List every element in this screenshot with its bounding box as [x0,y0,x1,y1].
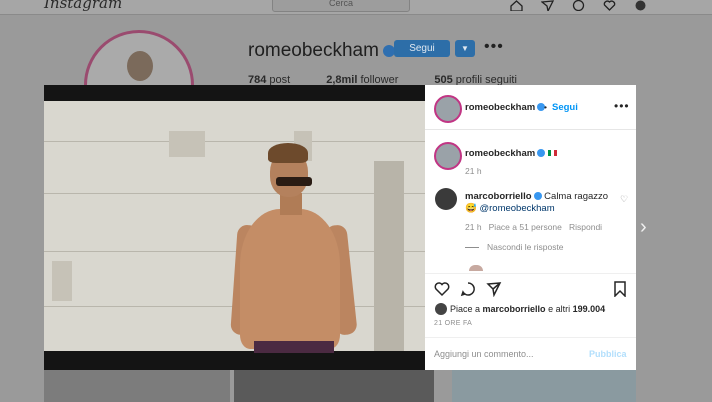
caption-time: 21 h [465,166,482,176]
comment-likes-link[interactable]: Piace a 51 persone [489,222,562,232]
search-input[interactable]: Cerca [272,0,410,12]
post-side-panel: romeobeckham • Segui ••• romeobeckham 21… [425,85,636,370]
home-icon[interactable] [510,0,523,12]
next-post-arrow-icon[interactable]: › [640,216,647,239]
post-image[interactable] [44,85,425,370]
author-avatar[interactable] [434,95,462,123]
header-follow-link[interactable]: Segui [552,102,578,113]
grid-thumbnail[interactable] [234,366,434,402]
caption-username[interactable]: romeobeckham [465,148,558,159]
commenter-username[interactable]: marcoborriello [465,191,532,202]
grid-thumbnail[interactable] [44,366,230,402]
sunglasses [276,177,312,186]
actions-divider [425,273,636,274]
heart-icon[interactable] [603,0,616,11]
share-icon[interactable] [486,281,502,298]
post-date[interactable]: 21 ORE FA [434,320,472,327]
comment-box: Aggiungi un commento... Pubblica [425,337,636,371]
nav-icons [510,0,647,13]
italy-flag-icon [548,150,558,157]
comment-text: marcoborriello Calma ragazzo 😅 @romeobec… [465,191,609,214]
header-username[interactable]: romeobeckham [465,102,546,113]
header-separator: • [544,102,547,112]
reply-link[interactable]: Rispondi [569,222,602,232]
publish-button[interactable]: Pubblica [589,349,627,359]
post-more-icon[interactable]: ••• [614,99,630,113]
comment-bubble-icon[interactable] [460,281,476,297]
person-torso [240,209,340,349]
verified-badge-icon [537,149,546,158]
comment-like-heart-icon[interactable]: ♡ [620,194,628,205]
like-heart-icon[interactable] [434,281,450,297]
caption-avatar[interactable] [434,142,462,170]
comment-input[interactable]: Aggiungi un commento... [434,349,534,359]
explore-icon[interactable] [572,0,585,12]
profile-more-icon[interactable]: ••• [484,38,504,56]
liker-avatar[interactable] [435,303,447,315]
follow-button[interactable]: Segui [394,40,450,57]
verified-badge-icon [533,192,542,201]
instagram-logo[interactable]: Instagram [44,0,122,12]
top-navbar: Instagram Cerca [0,0,712,15]
comment-meta: 21 h Piace a 51 persone Rispondi [465,222,603,232]
person-shorts [254,341,334,353]
commenter-avatar[interactable] [435,188,457,210]
suggestions-dropdown-button[interactable]: ▼ [455,40,475,57]
likes-summary[interactable]: Piace a marcoborriello e altri 199.004 [450,304,605,314]
profile-avatar-icon[interactable] [634,0,647,11]
mention-link[interactable]: @romeobeckham [479,203,554,214]
grid-thumbnail[interactable] [452,366,636,402]
post-actions [434,281,502,298]
save-bookmark-icon[interactable] [612,281,628,298]
person-hair [268,143,308,163]
direct-icon[interactable] [540,0,555,13]
reply-avatar-partial [469,265,483,271]
hide-replies-link[interactable]: Nascondi le risposte [465,242,564,252]
post-header: romeobeckham • Segui ••• [425,85,636,130]
profile-username: romeobeckham [248,40,395,62]
